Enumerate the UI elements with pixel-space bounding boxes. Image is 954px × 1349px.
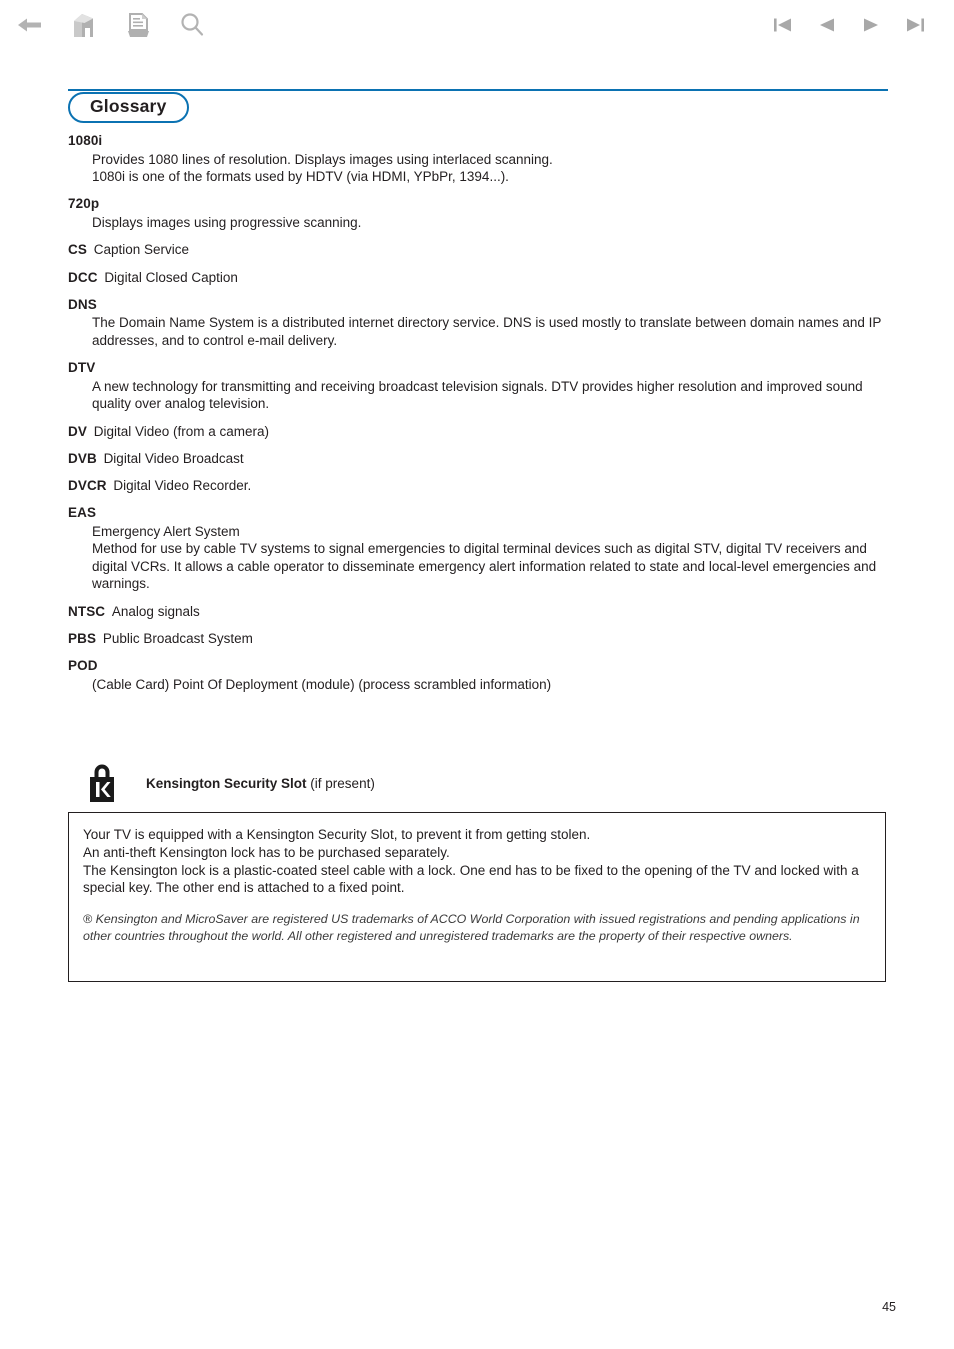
glossary-entry: PBS Public Broadcast System: [68, 630, 888, 647]
glossary-entry: DVCR Digital Video Recorder.: [68, 477, 888, 494]
glossary-definition-line: Method for use by cable TV systems to si…: [92, 541, 877, 592]
glossary-definition: Digital Video (from a camera): [86, 423, 270, 439]
glossary-definition: Displays images using progressive scanni…: [92, 214, 888, 231]
glossary-entry: DNS The Domain Name System is a distribut…: [68, 296, 888, 349]
page-number: 45: [882, 1300, 896, 1314]
glossary-definition: Provides 1080 lines of resolution. Displ…: [92, 151, 888, 186]
glossary-definition-line: (Cable Card) Point Of Deployment (module…: [92, 676, 552, 692]
glossary-definition: A new technology for transmitting and re…: [92, 378, 888, 413]
page-title: Glossary: [68, 92, 189, 124]
glossary-definition: Caption Service: [86, 242, 190, 258]
home-icon[interactable]: [70, 11, 98, 39]
kensington-section: Kensington Security Slot (if present) Yo…: [68, 755, 888, 982]
first-page-icon[interactable]: [772, 14, 794, 36]
kensington-heading: Kensington Security Slot (if present): [68, 755, 888, 811]
glossary-definition-line: Emergency Alert System: [92, 523, 240, 539]
glossary-term: PBS: [68, 630, 97, 646]
glossary-definition: Digital Video Recorder.: [106, 478, 252, 494]
glossary-definition-line: The Domain Name System is a distributed …: [92, 315, 882, 348]
kensington-body-line: Your TV is equipped with a Kensington Se…: [83, 827, 591, 842]
kensington-lock-icon: [84, 761, 120, 805]
back-icon[interactable]: [16, 11, 44, 39]
glossary-term: DVCR: [68, 478, 107, 494]
glossary-term: CS: [68, 242, 87, 258]
kensington-info-box: Your TV is equipped with a Kensington Se…: [68, 812, 886, 982]
glossary-term: DVB: [68, 450, 97, 466]
glossary-definition: Public Broadcast System: [96, 630, 253, 646]
glossary-entry: 1080i Provides 1080 lines of resolution. …: [68, 132, 888, 185]
glossary-term: 1080i: [68, 133, 103, 148]
kensington-title-note: (if present): [310, 775, 375, 791]
glossary-definition-line: Provides 1080 lines of resolution. Displ…: [92, 151, 553, 167]
glossary-entry: 720p Displays images using progressive sc…: [68, 195, 888, 231]
kensington-title: Kensington Security Slot (if present): [146, 776, 375, 791]
glossary-entry: EAS Emergency Alert System Method for use …: [68, 504, 888, 592]
print-icon[interactable]: [124, 11, 152, 39]
glossary-entry: DCC Digital Closed Caption: [68, 269, 888, 286]
glossary-definition: (Cable Card) Point Of Deployment (module…: [92, 676, 888, 693]
glossary-definition-line: Displays images using progressive scanni…: [92, 214, 362, 230]
glossary-entry: DVB Digital Video Broadcast: [68, 450, 888, 467]
kensington-body: Your TV is equipped with a Kensington Se…: [83, 826, 867, 897]
glossary-term: DCC: [68, 269, 98, 285]
last-page-icon[interactable]: [904, 14, 926, 36]
glossary-definition: Analog signals: [105, 603, 200, 619]
glossary-list: 1080i Provides 1080 lines of resolution. …: [68, 132, 888, 703]
glossary-definition: Emergency Alert System Method for use by …: [92, 523, 888, 593]
glossary-term: 720p: [68, 196, 100, 212]
header-rule: [68, 89, 888, 91]
viewer-toolbar: [0, 0, 954, 50]
glossary-term: EAS: [68, 505, 97, 521]
glossary-definition: The Domain Name System is a distributed …: [92, 314, 888, 349]
glossary-term: NTSC: [68, 603, 106, 619]
glossary-definition-line: A new technology for transmitting and re…: [92, 378, 863, 412]
glossary-entry: POD (Cable Card) Point Of Deployment (mod…: [68, 657, 888, 693]
glossary-entry: DV Digital Video (from a camera): [68, 423, 888, 440]
glossary-definition: Digital Video Broadcast: [96, 450, 244, 466]
kensington-body-line: The Kensington lock is a plastic-coated …: [83, 862, 859, 896]
toolbar-left-group: [16, 11, 206, 39]
glossary-term: DV: [68, 423, 87, 439]
kensington-legal: ® Kensington and MicroSaver are register…: [83, 912, 860, 943]
next-page-icon[interactable]: [860, 14, 882, 36]
glossary-term: DNS: [68, 296, 97, 312]
glossary-entry: CS Caption Service: [68, 241, 888, 258]
glossary-term: POD: [68, 658, 98, 674]
glossary-definition: Digital Closed Caption: [97, 269, 238, 285]
toolbar-right-group: [772, 0, 926, 50]
previous-page-icon[interactable]: [816, 14, 838, 36]
glossary-entry: DTV A new technology for transmitting and…: [68, 359, 888, 412]
kensington-body-line: An anti-theft Kensington lock has to be …: [83, 844, 450, 860]
glossary-entry: NTSC Analog signals: [68, 603, 888, 620]
section-header: Glossary: [68, 86, 888, 124]
search-icon[interactable]: [178, 11, 206, 39]
glossary-definition-line: 1080i is one of the formats used by HDTV…: [92, 168, 509, 184]
kensington-title-strong: Kensington Security Slot: [146, 775, 307, 791]
glossary-term: DTV: [68, 360, 96, 376]
